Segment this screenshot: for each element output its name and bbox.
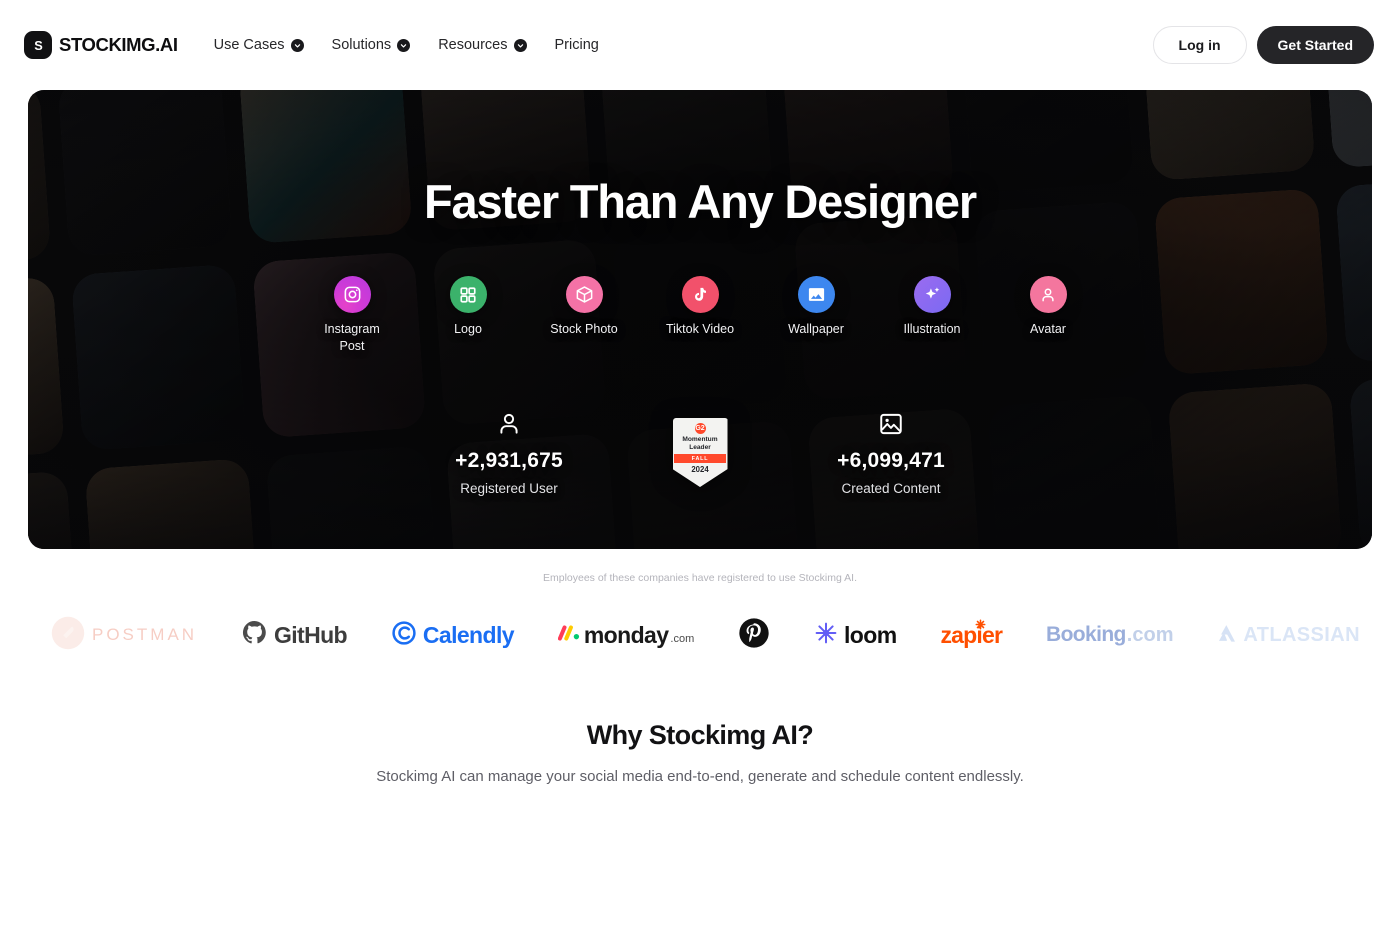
company-logo-suffix: .com (670, 632, 695, 645)
company-logo-loom: loom (814, 621, 897, 650)
social-proof-note: Employees of these companies have regist… (542, 572, 857, 584)
badge-year: 2024 (691, 465, 709, 475)
image-icon (878, 409, 904, 439)
company-logo-label: POSTMAN (92, 625, 198, 644)
why-subtitle: Stockimg AI can manage your social media… (376, 768, 1024, 785)
stat-registered-user: +2,931,675 Registered User (402, 409, 617, 496)
company-logo-pinterest (738, 617, 770, 654)
chevron-down-icon (513, 38, 527, 52)
hero-content: Faster Than Any Designer Instagram Post (28, 90, 1372, 549)
zapier-asterisk-icon (975, 617, 986, 635)
stat-value: +2,931,675 (455, 449, 563, 472)
hero-stats: +2,931,675 Registered User G2 Momentum L… (402, 409, 999, 496)
category-label: Avatar (1030, 322, 1066, 336)
category-stock-photo[interactable]: Stock Photo (547, 276, 621, 338)
brand-name: STOCKIMG.AI (59, 34, 178, 55)
nav-label: Resources (438, 37, 508, 53)
s-logo-icon: S (24, 31, 52, 59)
category-label: Stock Photo (550, 322, 618, 336)
postman-icon (50, 615, 86, 656)
site-header: S STOCKIMG.AI Use Cases Solutions Resour… (0, 0, 1400, 90)
image-icon (797, 276, 835, 313)
header-actions: Log in Get Started (1152, 26, 1374, 64)
login-button[interactable]: Log in (1152, 26, 1247, 64)
svg-text:S: S (34, 37, 43, 52)
stat-label: Registered User (460, 481, 558, 496)
company-logo-monday: monday .com (557, 621, 695, 649)
company-logo-label: loom (844, 621, 897, 648)
stat-created-content: +6,099,471 Created Content (784, 409, 999, 496)
social-proof-section: Employees of these companies have regist… (0, 549, 1400, 666)
category-avatar[interactable]: Avatar (1011, 276, 1085, 338)
sparkles-icon (913, 276, 951, 313)
category-label: Illustration (903, 322, 961, 336)
github-icon (241, 619, 268, 651)
monday-icon (557, 622, 582, 649)
badge-title-line1: Momentum (682, 435, 718, 443)
loom-icon (814, 621, 838, 650)
company-logo-zapier: zapier (940, 619, 1003, 649)
chevron-down-icon (397, 38, 411, 52)
category-label: Logo (454, 322, 482, 336)
g2-momentum-leader-badge: G2 Momentum Leader FALL 2024 (672, 417, 728, 488)
box-3d-icon (565, 276, 603, 313)
person-icon (496, 409, 522, 439)
atlassian-icon (1217, 623, 1237, 648)
category-label: Tiktok Video (665, 322, 735, 336)
nav-item-solutions[interactable]: Solutions (318, 29, 425, 61)
hero-section: Faster Than Any Designer Instagram Post (28, 90, 1372, 549)
category-label: Wallpaper (788, 322, 844, 336)
person-icon (1029, 276, 1067, 313)
category-illustration[interactable]: Illustration (895, 276, 969, 338)
category-label: Instagram Post (324, 322, 380, 353)
pinterest-icon (738, 617, 770, 654)
brand-logo[interactable]: S STOCKIMG.AI (24, 31, 178, 59)
company-logo-label: Calendly (422, 621, 515, 648)
badge-season: FALL (674, 454, 726, 464)
company-logo-label: Booking (1046, 623, 1126, 646)
company-logo-suffix: .com (1126, 623, 1174, 646)
nav-label: Solutions (331, 37, 392, 53)
company-logo-label: GitHub (273, 621, 348, 648)
nav-item-resources[interactable]: Resources (424, 29, 540, 61)
category-instagram-post[interactable]: Instagram Post (315, 276, 389, 354)
company-logo-label: zapier (940, 621, 1003, 648)
instagram-icon (333, 276, 371, 313)
company-logo-label: ATLASSIAN (1243, 623, 1360, 646)
g2-logo-icon: G2 (694, 422, 706, 434)
tiktok-icon (681, 276, 719, 313)
company-logo-calendly: Calendly (391, 620, 515, 651)
get-started-button[interactable]: Get Started (1256, 26, 1374, 64)
why-section: Why Stockimg AI? Stockimg AI can manage … (0, 720, 1400, 785)
category-wallpaper[interactable]: Wallpaper (779, 276, 853, 338)
grid-squares-icon (449, 276, 487, 313)
nav-item-use-cases[interactable]: Use Cases (200, 29, 318, 61)
badge-title-line2: Leader (689, 444, 711, 451)
company-logo-booking: Booking .com (1046, 623, 1173, 647)
hero-title: Faster Than Any Designer (424, 175, 977, 228)
company-logo-github: GitHub (241, 619, 348, 651)
main-nav: Use Cases Solutions Resources Pricing (200, 29, 613, 61)
why-title: Why Stockimg AI? (586, 720, 814, 750)
nav-label: Use Cases (213, 37, 285, 53)
category-tiktok-video[interactable]: Tiktok Video (663, 276, 737, 338)
company-logo-row: POSTMAN GitHub Calendly monday .com loom… (0, 604, 1400, 666)
stat-label: Created Content (841, 481, 941, 496)
category-list: Instagram Post Logo Stock Photo Tiktok V… (315, 276, 1085, 354)
chevron-down-icon (290, 38, 304, 52)
company-logo-label: monday (583, 621, 669, 648)
stat-value: +6,099,471 (837, 449, 945, 472)
nav-label: Pricing (554, 37, 599, 53)
category-logo[interactable]: Logo (431, 276, 505, 338)
company-logo-postman: POSTMAN (50, 615, 197, 656)
nav-item-pricing[interactable]: Pricing (541, 29, 613, 61)
company-logo-atlassian: ATLASSIAN (1217, 623, 1360, 648)
calendly-icon (391, 620, 417, 651)
